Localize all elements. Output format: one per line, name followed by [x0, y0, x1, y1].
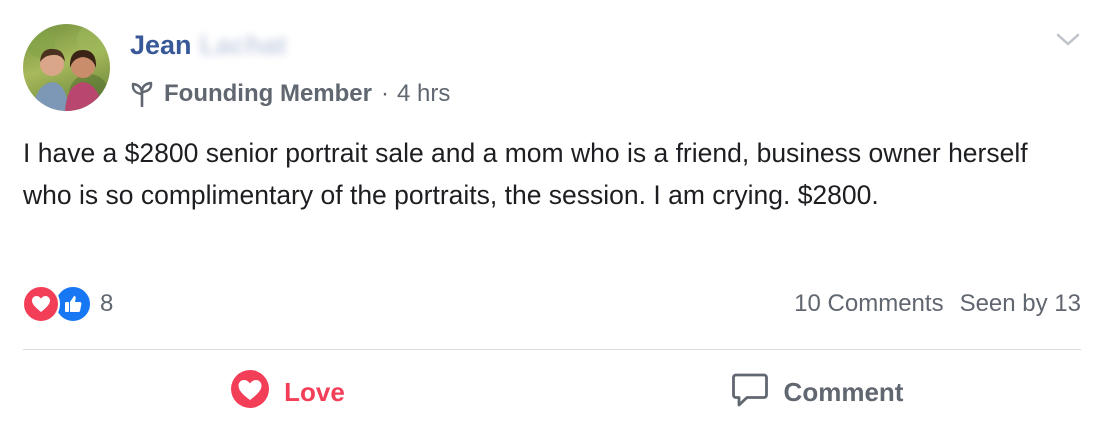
- meta-separator: ·: [380, 80, 389, 107]
- author-avatar[interactable]: [23, 24, 110, 111]
- love-reaction-icon: [22, 285, 60, 323]
- post-timestamp[interactable]: 4 hrs: [397, 80, 450, 108]
- reaction-count[interactable]: 8: [100, 290, 113, 318]
- actions-divider: [23, 349, 1081, 350]
- post-card: Jean Lachat Founding Member · 4 hrs I ha…: [0, 0, 1104, 438]
- comment-button-label: Comment: [783, 376, 904, 407]
- post-body: I have a $2800 senior portrait sale and …: [23, 138, 1028, 210]
- avatar-photo: [27, 24, 109, 111]
- comment-button[interactable]: Comment: [552, 352, 1081, 432]
- post-actions: Love Comment: [23, 352, 1081, 432]
- comments-count-link[interactable]: 10 Comments: [794, 290, 943, 318]
- comment-icon: [730, 369, 770, 416]
- sprout-icon: [130, 81, 154, 107]
- author-last-name-blurred: Lachat: [199, 30, 287, 60]
- love-button-label: Love: [284, 376, 345, 407]
- seen-by-link[interactable]: Seen by 13: [960, 290, 1081, 318]
- post-options-chevron-icon[interactable]: [1055, 30, 1081, 50]
- member-badge-label[interactable]: Founding Member: [164, 80, 372, 108]
- love-button[interactable]: Love: [23, 352, 552, 432]
- author-name[interactable]: Jean Lachat: [130, 30, 287, 61]
- author-first-name[interactable]: Jean: [130, 30, 192, 61]
- love-reaction-icon: [230, 369, 270, 416]
- post-meta: Founding Member · 4 hrs: [130, 78, 450, 110]
- reaction-summary[interactable]: 8: [22, 284, 113, 324]
- post-stats: 10 Comments Seen by 13: [794, 288, 1081, 320]
